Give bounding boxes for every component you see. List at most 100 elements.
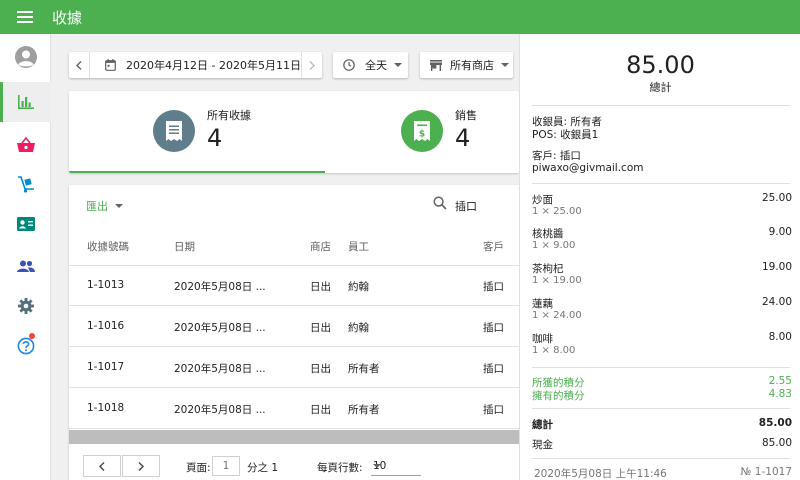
item-price: 24.00 bbox=[761, 296, 792, 308]
app-bar: 收據 bbox=[0, 0, 800, 34]
time-filter-label: 全天 bbox=[365, 59, 387, 72]
cell-customer: 插口 bbox=[483, 281, 504, 293]
summary-total-value: 85.00 bbox=[758, 417, 792, 429]
cell-store: 日出 bbox=[310, 363, 331, 375]
next-page-button[interactable] bbox=[122, 455, 160, 477]
page-label: 頁面: bbox=[186, 462, 211, 474]
table-row[interactable]: 1-1018 2020年5月08日 ... 日出 所有者 插口 bbox=[69, 389, 519, 429]
cell-employee: 所有者 bbox=[348, 363, 380, 375]
active-stat-indicator bbox=[69, 171, 325, 173]
item-price: 9.00 bbox=[768, 226, 792, 238]
cell-date: 2020年5月08日 ... bbox=[174, 404, 266, 416]
date-range-button[interactable]: 2020年4月12日 - 2020年5月11日 bbox=[90, 52, 301, 78]
cell-date: 2020年5月08日 ... bbox=[174, 322, 266, 334]
receipt-datetime: 2020年5月08日 上午11:46 bbox=[534, 468, 667, 480]
date-range-picker: 2020年4月12日 - 2020年5月11日 bbox=[69, 52, 322, 78]
item-quantity: 1 × 24.00 bbox=[532, 310, 582, 321]
date-range-label: 2020年4月12日 - 2020年5月11日 bbox=[126, 59, 301, 72]
item-name: 蓮藕 bbox=[532, 298, 553, 310]
cell-customer: 插口 bbox=[483, 404, 504, 416]
rows-per-page-label: 每頁行數: bbox=[317, 462, 363, 474]
divider bbox=[532, 183, 790, 184]
column-header-customer[interactable]: 客戶 bbox=[483, 239, 504, 254]
cell-store: 日出 bbox=[310, 281, 331, 293]
table-row[interactable]: 1-1013 2020年5月08日 ... 日出 約翰 插口 bbox=[69, 266, 519, 306]
account-icon[interactable] bbox=[0, 37, 51, 77]
export-button[interactable]: 匯出 bbox=[86, 198, 123, 214]
cell-employee: 約翰 bbox=[348, 281, 369, 293]
stat-label: 所有收據 bbox=[207, 109, 251, 122]
page-count-label: 分之 1 bbox=[247, 462, 279, 474]
stat-all-receipts[interactable]: 所有收據 4 bbox=[69, 91, 325, 173]
stat-sales[interactable]: $ 銷售 4 bbox=[325, 91, 519, 173]
cell-store: 日出 bbox=[310, 322, 331, 334]
horizontal-scrollbar[interactable] bbox=[69, 430, 519, 444]
customers-card-icon[interactable] bbox=[0, 204, 51, 244]
inventory-cart-icon[interactable] bbox=[0, 164, 51, 204]
customer-email: piwaxo@givmail.com bbox=[532, 162, 644, 174]
chevron-down-icon bbox=[394, 63, 402, 67]
item-name: 炒面 bbox=[532, 194, 553, 206]
store-filter-dropdown[interactable]: 所有商店 bbox=[420, 52, 513, 78]
stat-label: 銷售 bbox=[455, 109, 477, 122]
item-price: 19.00 bbox=[761, 261, 792, 273]
basket-icon[interactable] bbox=[0, 124, 51, 164]
receipt-number: № 1-1017 bbox=[740, 466, 792, 478]
employees-icon[interactable] bbox=[0, 246, 51, 286]
pagination: 頁面: 1 分之 1 每頁行數: 10 bbox=[69, 444, 519, 480]
menu-icon[interactable] bbox=[0, 0, 50, 34]
points-balance-label: 擁有的積分 bbox=[532, 390, 585, 402]
receipts-table-card: 匯出 收據號碼 日期 商店 員工 客戶 1-1013 2020年5月08日 ..… bbox=[69, 185, 519, 480]
store-icon bbox=[430, 59, 442, 71]
chevron-down-icon bbox=[501, 63, 509, 67]
chevron-right-icon bbox=[309, 60, 315, 70]
sale-receipt-icon: $ bbox=[401, 110, 443, 152]
cash-value: 85.00 bbox=[761, 437, 792, 449]
table-row[interactable]: 1-1016 2020年5月08日 ... 日出 約翰 插口 bbox=[69, 307, 519, 347]
page-title: 收據 bbox=[52, 8, 83, 27]
table-header: 收據號碼 日期 商店 員工 客戶 bbox=[69, 225, 519, 266]
notification-dot bbox=[29, 333, 35, 339]
item-name: 咖啡 bbox=[532, 333, 553, 345]
sidebar bbox=[0, 34, 51, 480]
column-header-date[interactable]: 日期 bbox=[174, 239, 195, 254]
store-filter-label: 所有商店 bbox=[450, 59, 494, 72]
column-header-employee[interactable]: 員工 bbox=[348, 239, 369, 254]
receipt-total-amount: 85.00 bbox=[626, 51, 695, 79]
points-balance-value: 4.83 bbox=[768, 388, 792, 400]
chevron-down-icon bbox=[373, 464, 381, 468]
previous-period-button[interactable] bbox=[69, 52, 89, 78]
cell-date: 2020年5月08日 ... bbox=[174, 281, 266, 293]
cell-customer: 插口 bbox=[483, 363, 504, 375]
previous-page-button[interactable] bbox=[83, 455, 121, 477]
settings-gear-icon[interactable] bbox=[0, 286, 51, 326]
item-price: 25.00 bbox=[761, 192, 792, 204]
customer-label: 客戶: 插口 bbox=[532, 150, 581, 162]
help-icon[interactable] bbox=[0, 326, 51, 366]
cell-receipt-number: 1-1013 bbox=[87, 279, 125, 291]
search-icon[interactable] bbox=[433, 196, 447, 210]
chevron-left-icon bbox=[76, 60, 82, 70]
item-quantity: 1 × 25.00 bbox=[532, 206, 582, 217]
cell-employee: 所有者 bbox=[348, 404, 380, 416]
receipt-detail-panel: 85.00 總計 收銀員: 所有者 POS: 收銀員1 客戶: 插口 piwax… bbox=[519, 34, 800, 480]
svg-text:$: $ bbox=[419, 130, 425, 140]
chevron-left-icon bbox=[99, 461, 105, 471]
summary-total-label: 總計 bbox=[532, 419, 553, 431]
item-name: 核桃醬 bbox=[532, 228, 564, 240]
rows-per-page-select[interactable]: 10 bbox=[371, 456, 421, 476]
search-input[interactable] bbox=[455, 197, 519, 215]
page-number-input[interactable]: 1 bbox=[212, 456, 240, 476]
export-label: 匯出 bbox=[86, 200, 108, 213]
next-period-button[interactable] bbox=[302, 52, 322, 78]
table-row[interactable]: 1-1017 2020年5月08日 ... 日出 所有者 插口 bbox=[69, 348, 519, 388]
column-header-store[interactable]: 商店 bbox=[310, 239, 331, 254]
column-header-receipt-number[interactable]: 收據號碼 bbox=[87, 239, 129, 254]
item-name: 茶枸杞 bbox=[532, 263, 564, 275]
clock-icon bbox=[343, 59, 355, 71]
cell-customer: 插口 bbox=[483, 322, 504, 334]
sidebar-item-reports[interactable] bbox=[0, 82, 51, 122]
time-filter-dropdown[interactable]: 全天 bbox=[333, 52, 408, 78]
divider bbox=[532, 367, 790, 368]
item-quantity: 1 × 19.00 bbox=[532, 275, 582, 286]
